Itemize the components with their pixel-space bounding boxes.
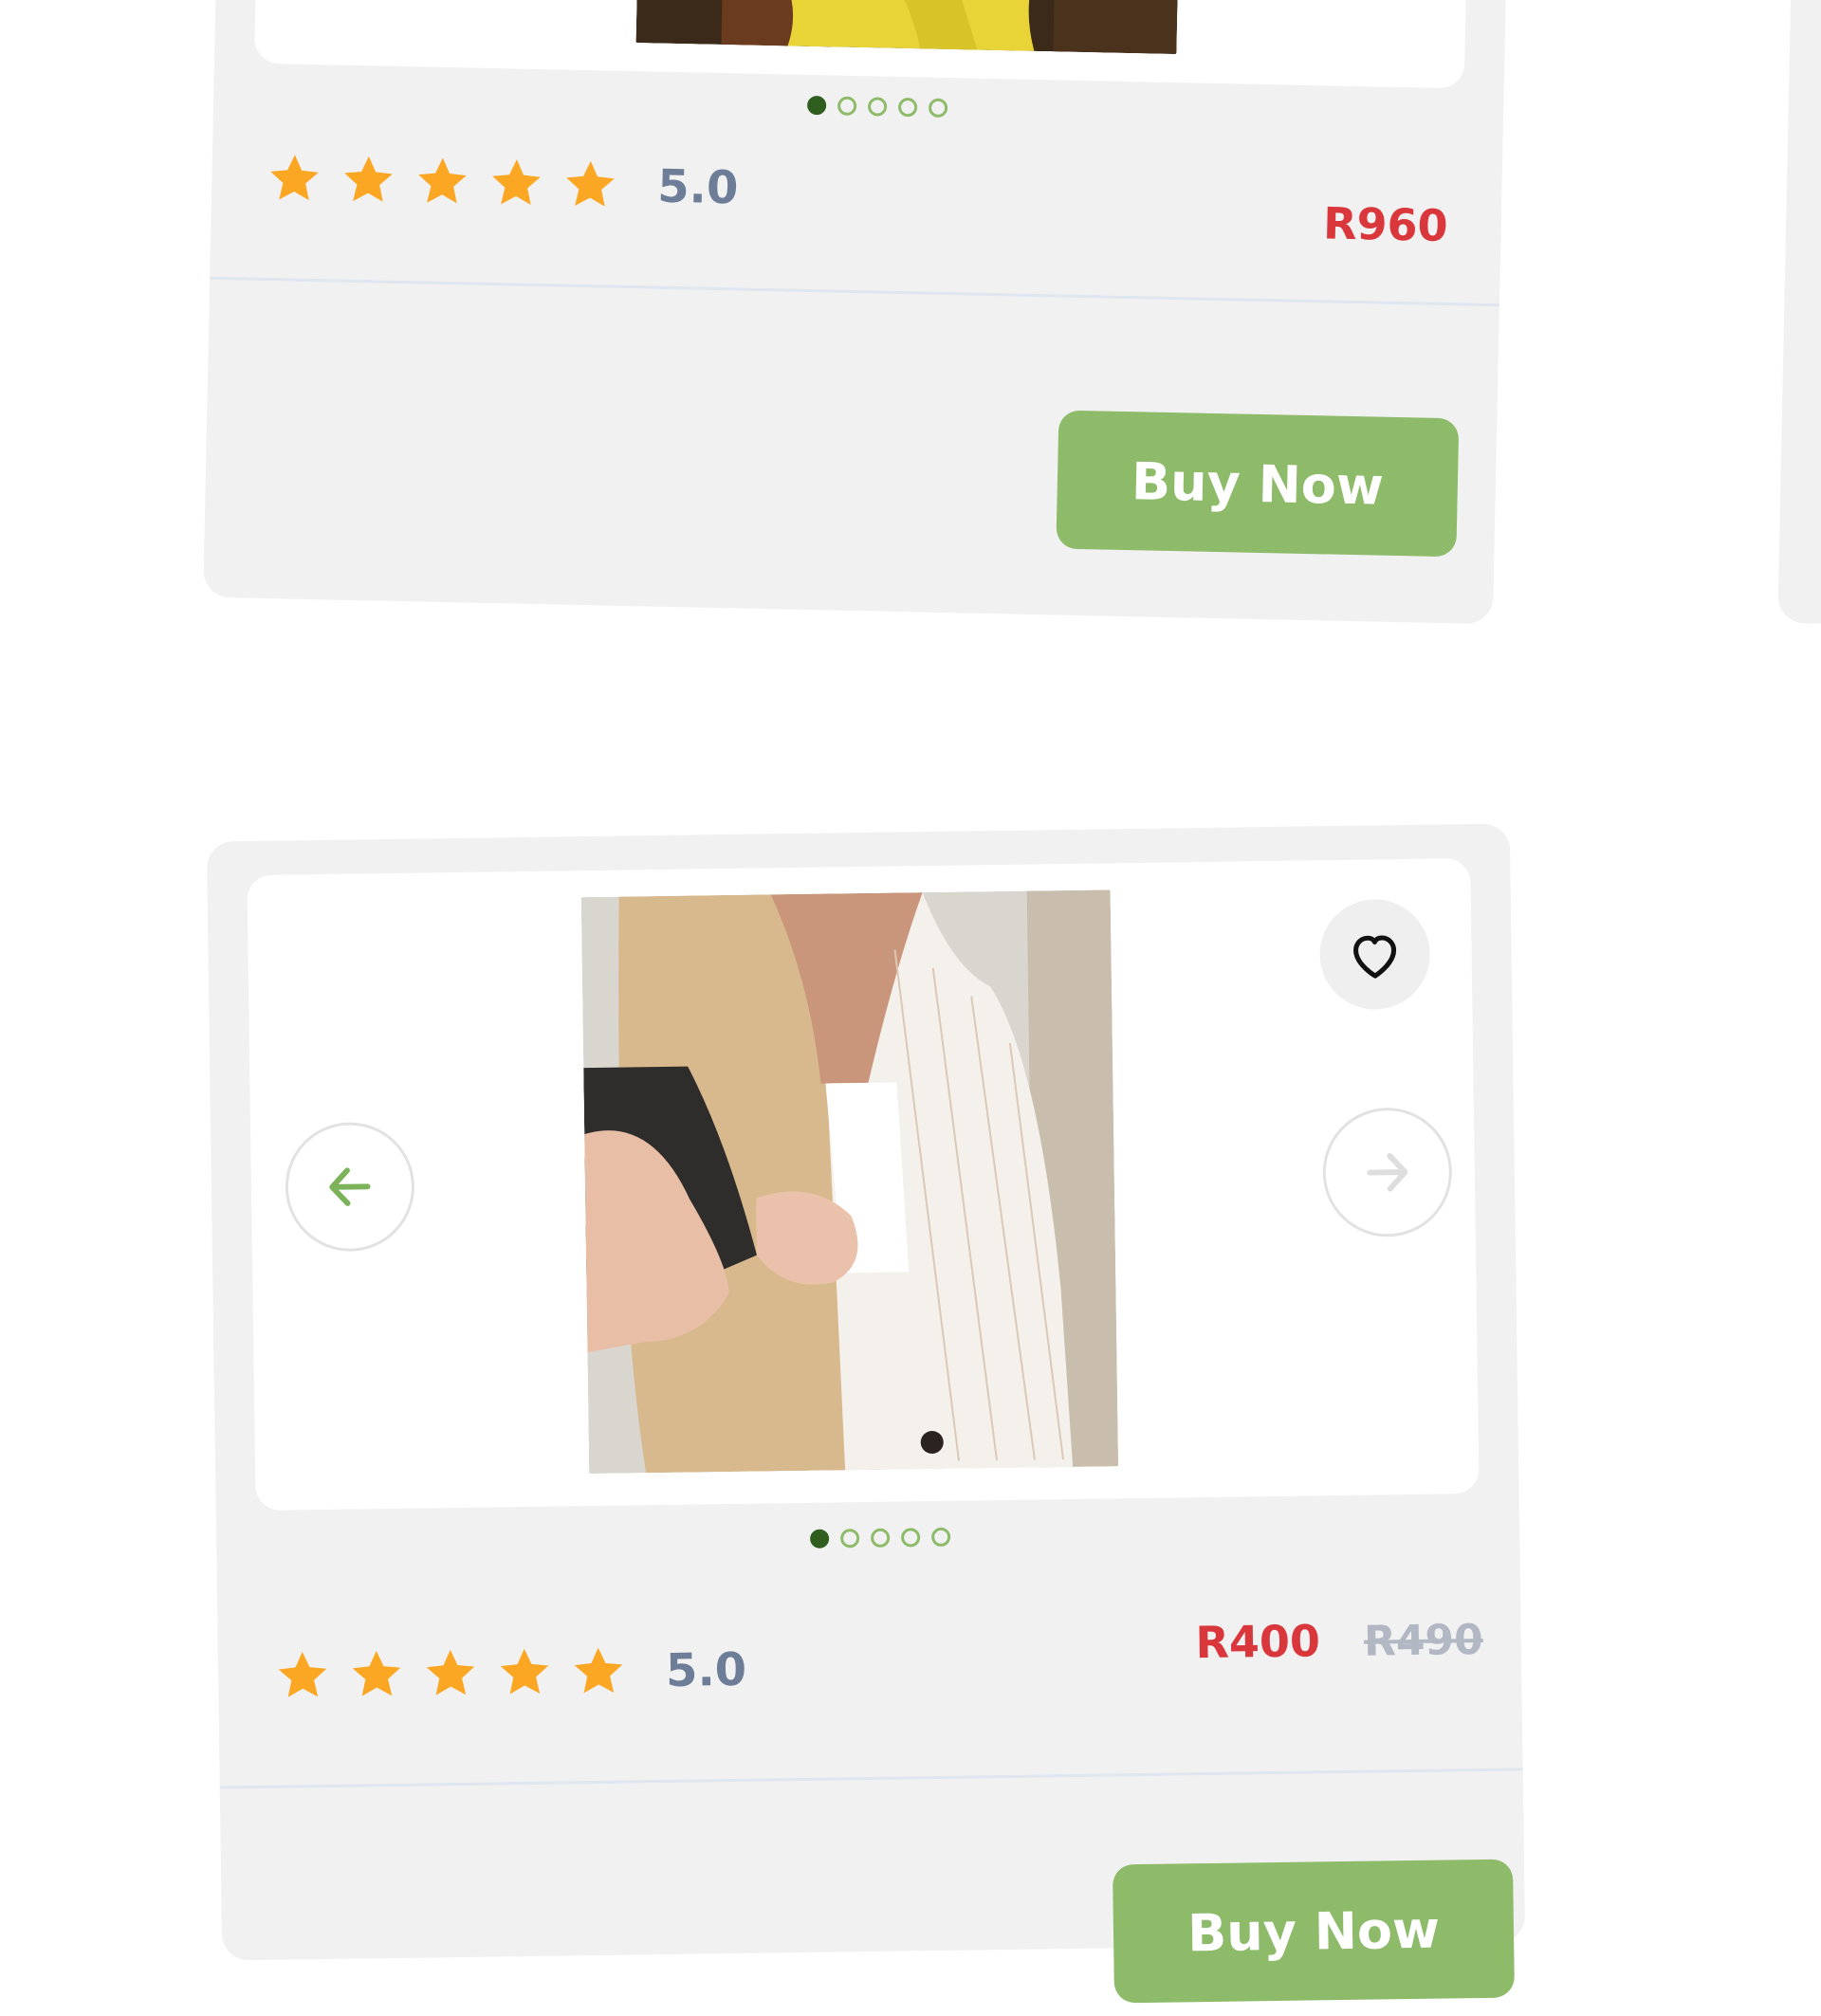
product-photo-yellow-outfit (635, 0, 1179, 55)
arrow-right-icon (1367, 1152, 1408, 1192)
heart-outline-icon (1353, 935, 1397, 979)
carousel-next-button[interactable] (1321, 1107, 1453, 1238)
rating: 5.0 (273, 1640, 747, 1706)
old-price: R490 (1363, 1615, 1484, 1666)
star-icon (344, 156, 393, 202)
price-block: R400 R490 (1195, 1613, 1483, 1668)
product-photo-blazer (580, 889, 1119, 1475)
star-icon (270, 155, 319, 201)
carousel-dot-4[interactable] (901, 1528, 921, 1548)
product-card: 5.0 R960 Buy Now (203, 0, 1508, 625)
rating: 5.0 (265, 149, 739, 217)
star-icon (278, 1652, 327, 1697)
arrow-left-icon (329, 1167, 371, 1206)
carousel-dot-1[interactable] (810, 1529, 830, 1549)
carousel-dots (810, 1527, 951, 1549)
carousel-dot-4[interactable] (897, 97, 918, 118)
product-image-panel (247, 858, 1480, 1511)
price-block: R960 (1323, 197, 1449, 251)
carousel-dots (806, 95, 948, 118)
product-photo[interactable] (635, 0, 1179, 55)
star-icon (492, 159, 541, 206)
star-icon (418, 157, 467, 204)
star-icon (574, 1647, 623, 1694)
carousel-prev-button[interactable] (284, 1121, 415, 1253)
star-icon (352, 1650, 401, 1696)
product-photo[interactable] (580, 889, 1119, 1475)
rating-value: 5.0 (656, 159, 739, 215)
carousel-dot-3[interactable] (867, 97, 888, 117)
product-image-panel (253, 0, 1468, 89)
star-icon (566, 160, 615, 207)
price: R400 (1195, 1615, 1321, 1669)
carousel-dot-2[interactable] (840, 1529, 860, 1549)
rating-value: 5.0 (665, 1642, 747, 1697)
carousel-dot-2[interactable] (837, 96, 857, 116)
neighbor-product-card (1777, 0, 1821, 630)
buy-now-button[interactable]: Buy Now (1112, 1859, 1515, 2004)
favorite-button[interactable] (1318, 898, 1431, 1011)
carousel-dot-3[interactable] (871, 1528, 891, 1548)
star-icon (426, 1649, 475, 1695)
carousel-dot-1[interactable] (806, 95, 827, 116)
star-icon (500, 1648, 549, 1695)
product-card: 5.0 R400 R490 Buy Now (206, 823, 1526, 2004)
divider (210, 276, 1499, 307)
carousel-dot-5[interactable] (931, 1527, 951, 1548)
price: R960 (1322, 197, 1449, 252)
carousel-dot-5[interactable] (928, 98, 948, 118)
buy-now-button[interactable]: Buy Now (1056, 410, 1460, 558)
divider (219, 1768, 1523, 1789)
